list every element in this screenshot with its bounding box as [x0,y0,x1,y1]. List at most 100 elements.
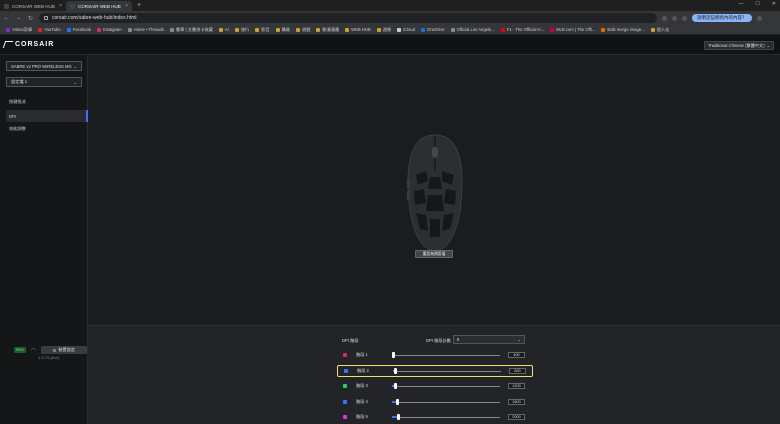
sidebar-item-label: 按鍵指派 [9,99,26,104]
dpi-value-input[interactable]: 1200 [508,383,525,389]
dpi-slider-handle[interactable] [392,352,395,358]
profile-select[interactable]: 設定檔 1 ⌄ [6,77,82,87]
dpi-slider[interactable] [392,383,500,389]
battery-badge: 99% [14,347,26,353]
close-tab-icon[interactable]: × [125,3,128,9]
dpi-stages-heading: DPI 階段 [342,338,359,343]
device-settings-button[interactable]: ⚙ 裝置設定 [40,346,87,354]
folder-icon [234,27,239,32]
dpi-value-input[interactable]: 800 [509,368,526,374]
translate-icon[interactable] [662,15,667,21]
back-icon[interactable]: ← [3,15,10,21]
bookmark-folder[interactable]: 動漫漫畫 [316,27,339,33]
dpi-stage-row[interactable]: 階段 4 1600 [337,396,533,408]
stage-color-swatch[interactable] [344,369,348,373]
dpi-slider-handle[interactable] [396,399,400,405]
stage-color-swatch[interactable] [343,400,347,404]
bookmark-item[interactable]: MLB.com | The Offi... [550,27,595,32]
reload-icon[interactable]: ↻ [27,15,34,22]
dpi-value-input[interactable]: 2000 [508,414,525,420]
browser-tab-1[interactable]: CORSAIR WEB HUB × [0,1,66,11]
maximize-icon[interactable]: ☐ [755,1,759,7]
app-header: CORSAIR Traditional Chinese (繁體中文) ⌄ [0,35,780,55]
bookmark-favicon-icon [6,27,10,32]
profile-select-value: 設定檔 1 [11,79,28,84]
bookmark-item[interactable]: YouTube [38,27,61,32]
bookmark-item[interactable]: Yahoo奇摩 [6,27,32,33]
bookmark-folder[interactable]: 購買 [275,27,290,33]
dpi-stage-row[interactable]: 階段 3 1200 [337,380,533,392]
bookmark-item[interactable]: Home • Threads [127,27,164,32]
language-select[interactable]: Traditional Chinese (繁體中文) ⌄ [704,41,774,50]
bookmark-item[interactable]: 書單 | 文書排卡收藏 [169,27,213,33]
sidebar-item-performance[interactable]: 效能調整 [6,123,88,135]
device-select[interactable]: SABRE v2 PRO WIRELESS MG ⌄ [6,61,82,71]
dpi-stage-row[interactable]: 階段 5 2000 [337,411,533,423]
bookmark-item[interactable]: Facebook [66,27,91,32]
bookmark-folder[interactable]: 遊戲 [295,27,310,33]
bookmark-item[interactable]: Bulk merge image... [601,27,645,32]
tab-bar: CORSAIR WEB HUB × CORSAIR WEB HUB × + — … [0,0,780,11]
translate-prompt-button[interactable]: 說明這些網頁內的內容？ [692,14,752,22]
device-status: 99% ◠ ⚙ 裝置設定 [14,346,87,354]
folder-icon [316,27,321,32]
bookmark-favicon-icon [66,27,71,32]
extensions-icon[interactable] [682,15,687,21]
site-info-icon[interactable] [44,16,48,20]
bookmark-folder[interactable]: 影音 [255,27,270,33]
bookmark-folder[interactable]: WEB HUB [345,27,371,32]
sidebar-item-dpi[interactable]: DPI [6,110,88,122]
dpi-slider-handle[interactable] [394,383,398,389]
dpi-panel: DPI 階段 DPI 階段計數 5 ⌄ 階段 1 400 階段 2 800 階段 3 12… [88,325,780,424]
bookmark-item[interactable]: F1 - The Official H... [500,27,544,32]
bookmark-folder[interactable]: AI [218,27,229,32]
bookmark-favicon-icon [500,27,505,32]
bookmark-label: WEB HUB [351,27,371,32]
folder-icon [650,27,655,32]
brand-name: CORSAIR [15,41,55,48]
new-tab-button[interactable]: + [132,1,146,11]
browser-tab-2[interactable]: CORSAIR WEB HUB × [66,1,132,11]
sidebar-item-key-assignments[interactable]: 按鍵指派 [6,96,88,108]
close-tab-icon[interactable]: × [59,3,62,9]
dpi-slider[interactable] [393,368,501,374]
reset-default-label: 重設為預設值 [422,251,446,256]
bookmark-label: AI [224,27,229,32]
dpi-slider[interactable] [392,414,500,420]
stage-color-swatch[interactable] [343,384,347,388]
dpi-stage-count-label: DPI 階段計數 [426,338,451,343]
close-window-icon[interactable]: ✕ [772,1,776,7]
dpi-slider[interactable] [392,399,500,405]
forward-icon[interactable]: → [15,15,22,21]
bookmark-item[interactable]: iCloud [397,27,415,32]
stage-color-swatch[interactable] [343,415,347,419]
dpi-stage-row[interactable]: 階段 1 400 [337,349,533,361]
tab-label: CORSAIR WEB HUB [12,3,55,9]
sidebar-item-label: DPI [9,113,16,119]
dpi-value-input[interactable]: 1600 [508,399,525,405]
bookmark-folder[interactable]: 週報 [376,27,391,33]
dpi-stage-count-select[interactable]: 5 ⌄ [453,335,525,344]
bookmark-folder[interactable]: 旅行 [234,27,249,33]
dpi-slider-handle[interactable] [394,368,398,374]
bookmark-star-icon[interactable] [672,15,677,21]
address-bar[interactable]: corsair.com/sabre-web-hub/index.html [39,13,657,23]
stage-color-swatch[interactable] [343,353,347,357]
device-settings-label: 裝置設定 [58,347,76,352]
bookmark-item[interactable]: Official Los Angele... [450,27,495,32]
bookmark-item[interactable]: OneDrive [420,27,445,32]
tab-favicon-icon [70,3,75,9]
menu-icon[interactable] [756,15,762,21]
bookmark-folder[interactable]: 個人化 [650,27,669,33]
sidebar: SABRE v2 PRO WIRELESS MG ⌄ 設定檔 1 ⌄ 按鍵指派 … [0,55,88,424]
folder-icon [376,27,381,32]
dpi-value-input[interactable]: 400 [508,352,525,358]
bookmark-item[interactable]: Instagram [97,27,122,32]
dpi-stage-row[interactable]: 階段 2 800 [337,365,533,377]
window-controls: — ☐ ✕ [738,1,776,7]
minimize-icon[interactable]: — [738,1,743,7]
dpi-slider-handle[interactable] [397,414,401,420]
reset-default-button[interactable]: 重設為預設值 [415,250,453,258]
bookmark-favicon-icon [169,27,174,32]
dpi-slider[interactable] [392,352,500,358]
